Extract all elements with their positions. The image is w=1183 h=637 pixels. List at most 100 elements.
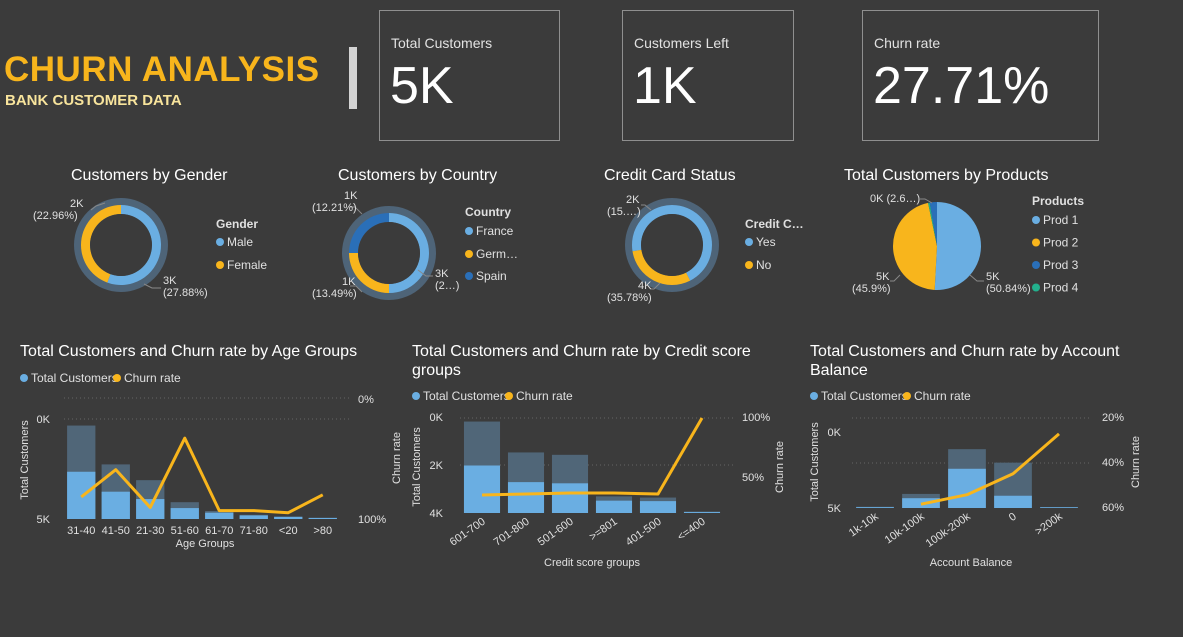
balance-chart-ytick: 0K (828, 427, 842, 439)
data-label-spain-pct: (12.21%) (312, 202, 357, 214)
credit-score-chart-xtick: 701-800 (492, 516, 532, 549)
data-label-germany: 1K (342, 276, 356, 288)
data-label-female: 2K (70, 198, 84, 210)
country-legend-title: Country (465, 205, 511, 219)
data-label-prod1-pct: (50.84%) (986, 283, 1031, 295)
age-chart-bar-retained[interactable] (308, 517, 337, 519)
data-label-france-pct: (2…) (435, 280, 459, 292)
legend-yes-swatch (745, 238, 753, 246)
credit-score-chart-ylabel: Total Customers (411, 427, 423, 507)
age-chart-xtick: 71-80 (240, 525, 268, 537)
balance-chart-bar-retained[interactable] (994, 495, 1032, 508)
data-label-spain: 1K (344, 190, 358, 202)
legend-prod-3: Prod 3 (1043, 258, 1079, 272)
age-chart-bar-retained[interactable] (239, 515, 268, 519)
legend-female: Female (227, 258, 267, 272)
legend-prod-1-swatch (1032, 216, 1040, 224)
age-chart-y2tick: 100% (358, 514, 386, 526)
donut-hole (641, 214, 703, 276)
data-label-prod3: 0K (2.6…) (870, 193, 920, 205)
credit-score-chart-bar-retained[interactable] (463, 465, 501, 514)
data-label-prod1: 5K (986, 271, 1000, 283)
age-chart-bar-retained[interactable] (205, 512, 234, 519)
data-label-male: 3K (163, 275, 177, 287)
balance-chart-y2tick: 40% (1102, 457, 1124, 469)
data-label-female-pct: (22.96%) (33, 210, 78, 222)
data-label-prod2-pct: (45.9%) (852, 283, 891, 295)
balance-chart-legend-total: Total Customers (821, 389, 908, 403)
credit-score-chart-legend-churn-swatch (505, 392, 513, 400)
balance-chart-legend-churn: Churn rate (914, 389, 971, 403)
balance-chart-bar-retained[interactable] (1040, 507, 1078, 508)
balance-chart-legend-churn-swatch (903, 392, 911, 400)
age-chart-xtick: 41-50 (102, 525, 130, 537)
age-chart-xlabel: Age Groups (176, 538, 235, 550)
balance-chart-xtick: >200k (1033, 510, 1065, 537)
legend-france-swatch (465, 227, 473, 235)
credit-score-chart-y2tick: 50% (742, 472, 764, 484)
label-leader (143, 283, 161, 289)
age-chart-xtick: >80 (313, 525, 332, 537)
age-chart-xtick: <20 (279, 525, 298, 537)
credit-score-chart-xtick: 501-600 (536, 516, 576, 549)
legend-france: France (476, 224, 514, 238)
legend-prod-4-swatch (1032, 283, 1040, 292)
age-chart-legend-churn-swatch (113, 374, 121, 382)
legend-prod-1: Prod 1 (1043, 213, 1079, 227)
legend-male: Male (227, 235, 253, 249)
age-chart-bar-retained[interactable] (170, 508, 199, 519)
credit-score-chart-xlabel: Credit score groups (544, 557, 640, 569)
credit-score-chart-bar-retained[interactable] (595, 500, 633, 513)
legend-prod-3-swatch (1032, 261, 1040, 269)
credit-score-chart-y3label: Churn rate (391, 432, 403, 484)
slice-prod-2[interactable] (893, 202, 937, 290)
slice-prod-1[interactable] (934, 202, 981, 290)
credit-score-chart-xtick: 601-700 (448, 516, 488, 549)
age-chart-legend-total-swatch (20, 374, 28, 382)
label-leader (890, 274, 901, 282)
data-label-no: 2K (626, 194, 640, 206)
legend-germany-swatch (465, 250, 473, 258)
credit-score-chart-xtick: >=801 (587, 516, 619, 544)
age-chart-legend-total: Total Customers (31, 371, 118, 385)
label-leader (920, 198, 933, 204)
balance-chart-y2label: Churn rate (1130, 436, 1142, 488)
label-leader (969, 274, 984, 282)
age-chart-xtick: 51-60 (171, 525, 199, 537)
age-chart-legend-churn: Churn rate (124, 371, 181, 385)
legend-male-swatch (216, 238, 224, 246)
donut-hole (90, 214, 152, 276)
legend-germany: Germ… (476, 247, 518, 261)
credit-score-chart-bar-retained[interactable] (551, 483, 589, 513)
balance-chart-churn-line[interactable] (920, 432, 1060, 506)
gender-legend-title: Gender (216, 217, 258, 231)
data-label-prod2: 5K (876, 271, 890, 283)
balance-chart-y2tick: 60% (1102, 502, 1124, 514)
age-chart-xtick: 31-40 (67, 525, 95, 537)
legend-prod-4: Prod 4 (1043, 281, 1079, 295)
balance-chart-bar-retained[interactable] (856, 507, 894, 508)
age-chart-bar-retained[interactable] (101, 491, 130, 519)
credit-score-chart-bar-retained[interactable] (683, 512, 721, 513)
credit-score-chart-xtick: 401-500 (624, 516, 664, 549)
age-chart-xtick: 61-70 (205, 525, 233, 537)
age-chart-ytick: 0K (37, 414, 51, 426)
balance-chart-xtick: 10k-100k (883, 510, 927, 546)
credit-score-chart-y2label: Churn rate (774, 441, 786, 493)
legend-prod-2-swatch (1032, 238, 1040, 247)
balance-chart-xtick: 1k-10k (847, 510, 881, 539)
credit-score-chart-y2tick: 100% (742, 412, 770, 424)
credit-score-chart-legend-churn: Churn rate (516, 389, 573, 403)
data-label-male-pct: (27.88%) (163, 287, 208, 299)
balance-chart-xlabel: Account Balance (930, 557, 1013, 569)
legend-yes: Yes (756, 235, 776, 249)
age-chart-bar-retained[interactable] (136, 499, 165, 519)
age-chart-bar-retained[interactable] (274, 516, 303, 519)
age-chart-y2tick: 0% (358, 394, 374, 406)
credit-score-chart-xtick: <=400 (675, 516, 707, 544)
age-chart-xtick: 21-30 (136, 525, 164, 537)
legend-spain: Spain (476, 269, 507, 283)
credit-score-chart-bar-retained[interactable] (507, 482, 545, 513)
data-label-yes-pct: (35.78%) (607, 292, 652, 304)
credit-score-chart-bar-retained[interactable] (639, 501, 677, 513)
